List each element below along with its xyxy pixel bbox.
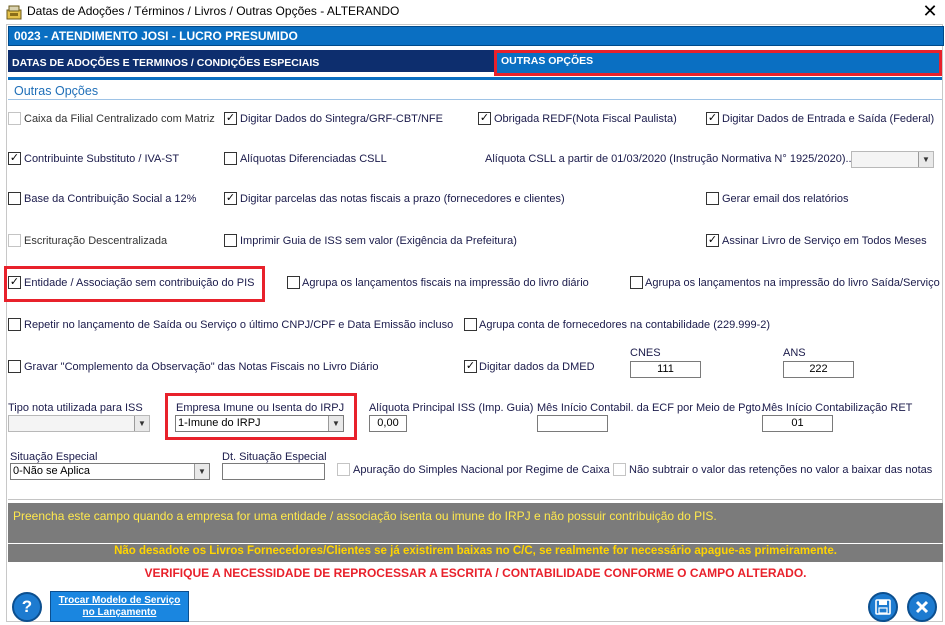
label-tipo-nota: Tipo nota utilizada para ISS	[8, 402, 143, 414]
checkbox-entrada-saida[interactable]: ✓	[706, 112, 719, 125]
save-icon	[875, 599, 891, 615]
chevron-down-icon[interactable]: ▼	[134, 416, 149, 431]
label-contribuinte-substituto: Contribuinte Substituto / IVA-ST	[24, 153, 180, 165]
checkbox-assinar-livro[interactable]: ✓	[706, 234, 719, 247]
label-escrituracao: Escrituração Descentralizada	[24, 235, 168, 247]
checkbox-dmed[interactable]: ✓	[464, 360, 477, 373]
checkbox-sintegra[interactable]: ✓	[224, 112, 237, 125]
input-aliquota-iss[interactable]: 0,00	[369, 415, 407, 432]
input-ans[interactable]: 222	[783, 361, 854, 378]
window-title: Datas de Adoções / Términos / Livros / O…	[27, 4, 400, 18]
select-imune-value: 1-Imune do IRPJ	[178, 417, 261, 429]
checkbox-aliquotas-csll[interactable]	[224, 152, 237, 165]
label-agrupa-fornecedores: Agrupa conta de fornecedores na contabil…	[479, 319, 771, 331]
window-close-button[interactable]: ✕	[918, 1, 942, 23]
label-aliquota-csll-2020: Alíquota CSLL a partir de 01/03/2020 (In…	[485, 153, 855, 165]
section-title: Outras Opções	[14, 84, 99, 98]
messages-divider	[8, 499, 942, 500]
section-divider	[8, 99, 942, 100]
label-agrupa-saida: Agrupa os lançamentos na impressão do li…	[645, 277, 940, 289]
label-situacao-especial: Situação Especial	[10, 451, 98, 463]
select-situacao-especial-value: 0-Não se Aplica	[13, 465, 91, 477]
label-assinar-livro: Assinar Livro de Serviço em Todos Meses	[722, 235, 927, 247]
label-apuracao-simples: Apuração do Simples Nacional por Regime …	[353, 464, 610, 476]
label-gravar-complemento: Gravar "Complemento da Observação" das N…	[24, 361, 379, 373]
checkbox-agrupa-fornecedores[interactable]	[464, 318, 477, 331]
label-parcelas-notas: Digitar parcelas das notas fiscais a pra…	[240, 193, 565, 205]
select-aliquota-csll[interactable]: ▼	[851, 151, 934, 168]
input-cnes[interactable]: 111	[630, 361, 701, 378]
label-guia-iss: Imprimir Guia de ISS sem valor (Exigênci…	[240, 235, 517, 247]
checkbox-guia-iss[interactable]	[224, 234, 237, 247]
checkbox-apuracao-simples[interactable]	[337, 463, 350, 476]
label-caixa-filial: Caixa da Filial Centralizado com Matriz	[24, 113, 215, 125]
checkbox-base-contribuicao[interactable]	[8, 192, 21, 205]
label-entidade-pis: Entidade / Associação sem contribuição d…	[24, 277, 255, 289]
checkbox-entidade-pis[interactable]: ✓	[8, 276, 21, 289]
checkbox-repetir-cnpj[interactable]	[8, 318, 21, 331]
chevron-down-icon[interactable]: ▼	[328, 416, 343, 431]
label-redf: Obrigada REDF(Nota Fiscal Paulista)	[494, 113, 677, 125]
label-aliquotas-csll: Alíquotas Diferenciadas CSLL	[240, 153, 387, 165]
warning-message: Não desadote os Livros Fornecedores/Clie…	[114, 545, 837, 557]
checkbox-parcelas-notas[interactable]: ✓	[224, 192, 237, 205]
label-gerar-email: Gerar email dos relatórios	[722, 193, 849, 205]
label-ans: ANS	[783, 347, 806, 359]
hint-message: Preencha este campo quando a empresa for…	[13, 509, 717, 523]
notice-message: VERIFIQUE A NECESSIDADE DE REPROCESSAR A…	[144, 566, 807, 580]
select-imune[interactable]: 1-Imune do IRPJ ▼	[175, 415, 344, 432]
label-sintegra: Digitar Dados do Sintegra/GRF-CBT/NFE	[240, 113, 443, 125]
save-button[interactable]	[868, 592, 898, 622]
label-aliquota-iss: Alíquota Principal ISS (Imp. Guia)	[369, 402, 534, 414]
label-agrupa-diario: Agrupa os lançamentos fiscais na impress…	[302, 277, 589, 289]
label-nao-subtrair: Não subtrair o valor das retenções no va…	[629, 464, 933, 476]
tab-separator	[8, 77, 942, 80]
company-label: 0023 - ATENDIMENTO JOSI - LUCRO PRESUMID…	[14, 29, 298, 43]
checkbox-redf[interactable]: ✓	[478, 112, 491, 125]
tab-datas-adocoes-label[interactable]: DATAS DE ADOÇÕES E TERMINOS / CONDIÇÕES …	[12, 57, 319, 69]
input-mes-ret[interactable]: 01	[762, 415, 833, 432]
select-situacao-especial[interactable]: 0-Não se Aplica ▼	[10, 463, 210, 480]
label-repetir-cnpj: Repetir no lançamento de Saída ou Serviç…	[24, 319, 454, 331]
help-button[interactable]: ?	[12, 592, 42, 622]
input-mes-ecf[interactable]	[537, 415, 608, 432]
label-dmed: Digitar dados da DMED	[479, 361, 595, 373]
app-icon	[6, 5, 22, 20]
label-dt-situacao: Dt. Situação Especial	[222, 451, 327, 463]
label-cnes: CNES	[630, 347, 661, 359]
chevron-down-icon[interactable]: ▼	[194, 464, 209, 479]
chevron-down-icon[interactable]: ▼	[918, 152, 933, 167]
checkbox-contribuinte-substituto[interactable]: ✓	[8, 152, 21, 165]
trocar-modelo-label-1: Trocar Modelo de Serviço	[58, 595, 181, 606]
select-tipo-nota[interactable]: ▼	[8, 415, 150, 432]
checkbox-gravar-complemento[interactable]	[8, 360, 21, 373]
label-entrada-saida: Digitar Dados de Entrada e Saída (Federa…	[722, 113, 935, 125]
checkbox-gerar-email[interactable]	[706, 192, 719, 205]
label-mes-ecf: Mês Início Contabil. da ECF por Meio de …	[537, 402, 764, 414]
checkbox-escrituracao[interactable]	[8, 234, 21, 247]
label-imune: Empresa Imune ou Isenta do IRPJ	[176, 402, 345, 414]
checkbox-agrupa-saida[interactable]	[630, 276, 643, 289]
checkbox-agrupa-diario[interactable]	[287, 276, 300, 289]
label-base-contribuicao: Base da Contribuição Social a 12%	[24, 193, 197, 205]
trocar-modelo-label-2: no Lançamento	[82, 607, 157, 618]
checkbox-caixa-filial[interactable]	[8, 112, 21, 125]
trocar-modelo-button[interactable]: Trocar Modelo de Serviço no Lançamento	[50, 591, 189, 622]
checkbox-nao-subtrair[interactable]	[613, 463, 626, 476]
input-dt-situacao[interactable]	[222, 463, 325, 480]
tab-outras-opcoes-label[interactable]: OUTRAS OPÇÕES	[501, 55, 593, 67]
close-icon	[915, 600, 929, 614]
close-button[interactable]	[907, 592, 937, 622]
label-mes-ret: Mês Início Contabilização RET	[762, 402, 913, 414]
